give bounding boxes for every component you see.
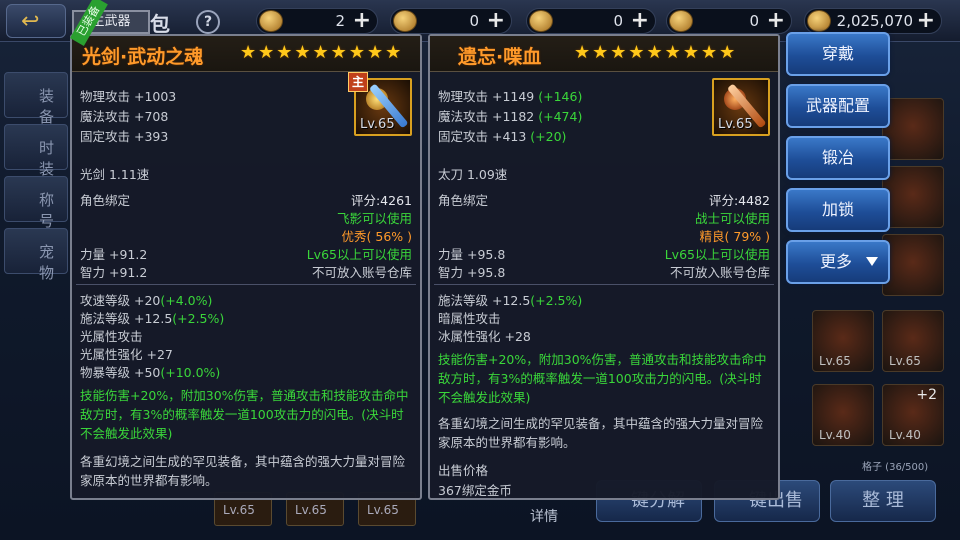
extra-stat: 物暴等级 +50(+10.0%) [80, 365, 221, 380]
equipped-item-stars: ★★★★★★★★★ [240, 42, 404, 63]
help-button[interactable]: ? [196, 10, 220, 34]
stat-magic-attack: 魔法攻击 +1182 (+474) [438, 109, 583, 124]
extra-stat: 攻速等级 +20(+4.0%) [80, 293, 213, 308]
weapon-type: 光剑 1.11速 [80, 167, 150, 182]
usable-class: 飞影可以使用 [336, 211, 412, 226]
back-button[interactable]: ↩ [6, 4, 66, 38]
currency-3: 0 + [526, 8, 656, 34]
dropdown-triangle-icon [866, 257, 878, 266]
inventory-slot[interactable]: Lv.65 [882, 310, 944, 372]
coin-icon [669, 10, 693, 32]
bind-type: 角色绑定 [438, 193, 489, 208]
divider [76, 284, 416, 285]
extra-stat: 施法等级 +12.5(+2.5%) [438, 293, 583, 308]
item-quality: 精良( 79% ) [699, 229, 770, 244]
lock-button[interactable]: 加锁 [786, 188, 890, 232]
item-lore: 各重幻境之间生成的罕见装备，其中蕴含的强大力量对冒险家原本的世界都有影响。 [80, 454, 406, 488]
inventory-slot[interactable]: Lv.40 +2 [882, 384, 944, 446]
add-currency-button[interactable]: + [487, 8, 505, 33]
tab-pet[interactable]: 宠物 [4, 228, 68, 282]
currency-1: 2 + [256, 8, 378, 34]
inventory-slot[interactable] [882, 98, 944, 160]
item-score: 评分:4482 [708, 193, 770, 208]
extra-stat: 冰属性强化 +28 [438, 329, 531, 344]
currency-gold: 2,025,070 + [804, 8, 942, 34]
inventory-slot[interactable]: Lv.65 [812, 310, 874, 372]
coin-icon [259, 10, 283, 32]
sell-price-label: 出售价格 [438, 463, 489, 478]
skill-description: 技能伤害+20%，附加30%伤害，普通攻击和技能攻击命中敌方时，有3%的概率触发… [80, 388, 409, 441]
ticket-icon [529, 10, 553, 32]
tab-fashion[interactable]: 时装 [4, 124, 68, 178]
sell-price-value: 367绑定金币 [438, 483, 512, 498]
extra-stat: 光属性强化 +27 [80, 347, 173, 362]
compare-item-stars: ★★★★★★★★★ [574, 42, 738, 63]
skill-description: 技能伤害+20%，附加30%伤害，普通攻击和技能攻击命中敌方时，有3%的概率触发… [438, 352, 767, 405]
compare-item-header: 遗忘·喋血 ★★★★★★★★★ [430, 36, 778, 72]
inventory-slot[interactable]: Lv.40 [812, 384, 874, 446]
inventory-slot[interactable] [882, 166, 944, 228]
extra-stat: 暗属性攻击 [438, 311, 501, 326]
currency-2: 0 + [390, 8, 512, 34]
extra-stat: 光属性攻击 [80, 329, 143, 344]
stat-physical-attack: 物理攻击 +1003 [80, 89, 177, 104]
divider [434, 284, 774, 285]
equipped-item-header: 光剑·武动之魂 ★★★★★★★★★ [72, 36, 420, 72]
back-arrow-icon: ↩ [21, 9, 40, 34]
item-lore: 各重幻境之间生成的罕见装备，其中蕴含的强大力量对冒险家原本的世界都有影响。 [438, 416, 764, 450]
weapon-config-button[interactable]: 武器配置 [786, 84, 890, 128]
stat-intelligence: 智力 +91.2 [80, 265, 148, 280]
level-requirement: Lv65以上可以使用 [664, 247, 770, 262]
forge-button[interactable]: 锻冶 [786, 136, 890, 180]
add-currency-button[interactable]: + [353, 8, 371, 33]
equip-button[interactable]: 穿戴 [786, 32, 890, 76]
add-currency-button[interactable]: + [767, 8, 785, 33]
equipped-item-name: 光剑·武动之魂 [82, 46, 204, 68]
stat-fixed-attack: 固定攻击 +413 (+20) [438, 129, 567, 144]
storage-restriction: 不可放入账号仓库 [311, 265, 412, 280]
weapon-type: 太刀 1.09速 [438, 167, 508, 182]
compare-item-panel: 遗忘·喋血 ★★★★★★★★★ Lv.65 物理攻击 +1149 (+146) … [428, 34, 780, 500]
detail-link[interactable]: 详情 [530, 506, 558, 526]
tab-title[interactable]: 称号 [4, 176, 68, 230]
compare-item-icon: Lv.65 [712, 78, 770, 136]
inventory-slot[interactable] [882, 234, 944, 296]
stat-intelligence: 智力 +95.8 [438, 265, 506, 280]
add-gold-button[interactable]: + [917, 8, 935, 33]
sort-button[interactable]: 整 理 [830, 480, 936, 522]
equipped-item-panel: 光剑·武动之魂 ★★★★★★★★★ Lv.65 主 物理攻击 +1003 魔法攻… [70, 34, 422, 500]
item-quality: 优秀( 56% ) [341, 229, 412, 244]
add-currency-button[interactable]: + [631, 8, 649, 33]
compare-item-name: 遗忘·喋血 [458, 46, 542, 68]
gold-coin-icon [807, 10, 831, 32]
item-score: 评分:4261 [350, 193, 412, 208]
more-button[interactable]: 更多 [786, 240, 890, 284]
ticket-icon [393, 10, 417, 32]
stat-strength: 力量 +95.8 [438, 247, 506, 262]
usable-class: 战士可以使用 [694, 211, 770, 226]
stat-physical-attack: 物理攻击 +1149 (+146) [438, 89, 583, 104]
extra-stat: 施法等级 +12.5(+2.5%) [80, 311, 225, 326]
slots-count: 格子 (36/500) [862, 462, 929, 473]
level-requirement: Lv65以上可以使用 [306, 247, 412, 262]
currency-4: 0 + [666, 8, 792, 34]
stat-strength: 力量 +91.2 [80, 247, 148, 262]
stat-fixed-attack: 固定攻击 +393 [80, 129, 169, 144]
stat-magic-attack: 魔法攻击 +708 [80, 109, 169, 124]
main-weapon-badge: 主 [348, 72, 368, 92]
tab-equipment[interactable]: 装备 [4, 72, 68, 126]
bind-type: 角色绑定 [80, 193, 131, 208]
storage-restriction: 不可放入账号仓库 [669, 265, 770, 280]
